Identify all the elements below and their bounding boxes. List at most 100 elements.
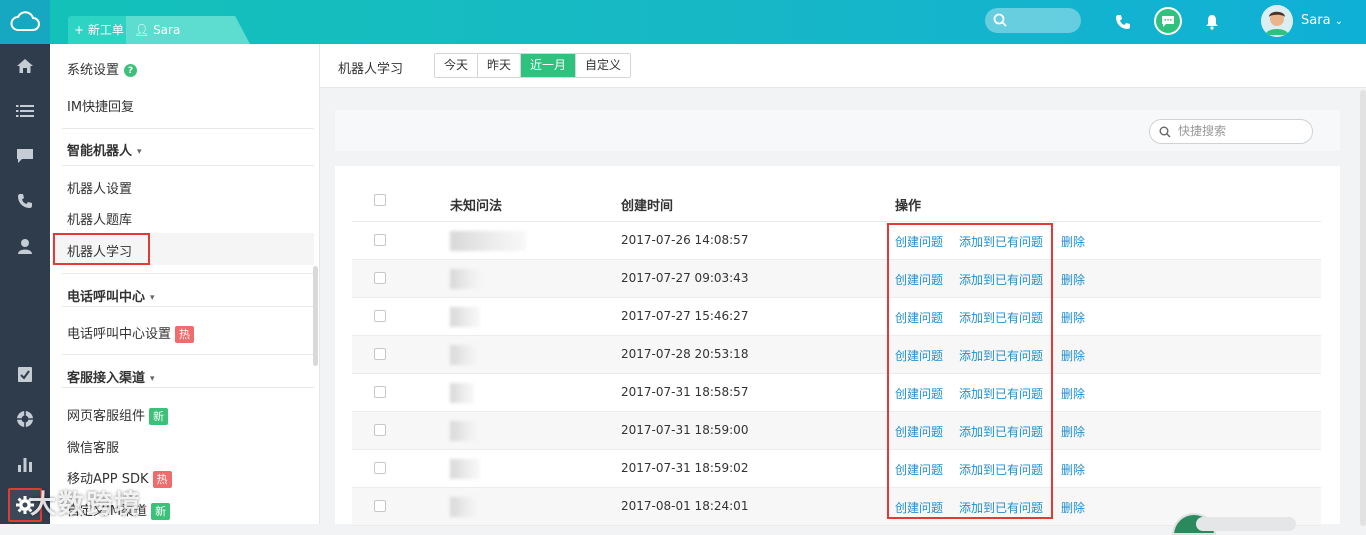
delete-link[interactable]: 删除 (1061, 385, 1085, 402)
person-icon: 👤︎ (134, 23, 150, 37)
filter-bar: 快捷搜索 (335, 110, 1340, 151)
quick-search-input[interactable]: 快捷搜索 (1149, 119, 1313, 144)
sidebar-item-label: 网页客服组件 (67, 409, 146, 424)
sidebar-group-call-center[interactable]: 电话呼叫中心 ▾ (67, 286, 155, 305)
sidebar-item-im-quick-reply[interactable]: IM快捷回复 (67, 96, 134, 115)
created-time: 2017-07-28 20:53:18 (621, 347, 749, 361)
list-icon[interactable] (13, 99, 37, 123)
delete-link[interactable]: 删除 (1061, 347, 1085, 364)
sidebar-item-wechat[interactable]: 微信客服 (67, 437, 119, 456)
row-checkbox[interactable] (374, 310, 386, 322)
redacted-question (450, 231, 526, 251)
delete-link[interactable]: 删除 (1061, 271, 1085, 288)
divider (62, 354, 314, 355)
sidebar-item-call-center-settings[interactable]: 电话呼叫中心设置热 (67, 323, 195, 343)
main-scrollbar-thumb[interactable] (1360, 90, 1366, 526)
search-icon (1159, 126, 1171, 138)
select-all-checkbox[interactable] (374, 194, 386, 206)
filter-today[interactable]: 今天 (435, 54, 479, 77)
filter-custom[interactable]: 自定义 (576, 54, 631, 77)
delete-link[interactable]: 删除 (1061, 423, 1085, 440)
new-badge: 新 (149, 408, 169, 425)
user-menu[interactable]: Sara ⌄ (1301, 13, 1343, 28)
chat-icon[interactable] (1154, 7, 1182, 35)
search-placeholder: 快捷搜索 (1178, 124, 1227, 138)
row-checkbox[interactable] (374, 424, 386, 436)
date-filter-group: 今天 昨天 近一月 自定义 (434, 53, 632, 78)
sidebar-group-label: 客服接入渠道 (67, 371, 146, 386)
column-header-created-time: 创建时间 (621, 199, 674, 214)
table-header: 未知问法 创建时间 操作 (352, 186, 1321, 222)
sidebar-item-system-settings[interactable]: 系统设置? (67, 59, 138, 78)
row-checkbox[interactable] (374, 234, 386, 246)
cloud-logo-icon[interactable] (0, 0, 50, 44)
message-icon[interactable] (13, 144, 37, 168)
created-time: 2017-07-27 15:46:27 (621, 309, 749, 323)
table-row: 2017-07-31 18:58:57 创建问题 添加到已有问题 删除 (352, 374, 1321, 412)
user-tab-label: Sara (153, 23, 181, 37)
table-row: 2017-07-27 09:03:43 创建问题 添加到已有问题 删除 (352, 260, 1321, 298)
global-search-input[interactable] (985, 8, 1081, 33)
support-icon[interactable] (13, 407, 37, 431)
phone-nav-icon[interactable] (13, 189, 37, 213)
icon-nav (0, 44, 50, 524)
bell-icon[interactable] (1200, 10, 1224, 34)
learning-table: 未知问法 创建时间 操作 2017-07-26 14:08:57 创建问题 添加到已… (335, 166, 1340, 526)
delete-link[interactable]: 删除 (1061, 499, 1085, 516)
row-checkbox[interactable] (374, 348, 386, 360)
sidebar-item-web-widget[interactable]: 网页客服组件新 (67, 405, 169, 425)
home-icon[interactable] (13, 54, 37, 78)
delete-link[interactable]: 删除 (1061, 309, 1085, 326)
created-time: 2017-08-01 18:24:01 (621, 499, 749, 513)
row-checkbox[interactable] (374, 272, 386, 284)
new-badge: 新 (151, 503, 171, 520)
help-icon[interactable]: ? (124, 64, 138, 77)
table-row: 2017-08-01 18:24:01 创建问题 添加到已有问题 删除 (352, 488, 1321, 526)
filter-yesterday[interactable]: 昨天 (478, 54, 522, 77)
table-row: 2017-07-26 14:08:57 创建问题 添加到已有问题 删除 (352, 222, 1321, 260)
workspace-tabs: + 新工单 👤︎ Sara (50, 0, 310, 44)
redacted-question (450, 497, 480, 517)
search-icon (993, 13, 1007, 27)
sidebar-group-robot[interactable]: 智能机器人 ▾ (67, 140, 142, 159)
main-header: 机器人学习 今天 昨天 近一月 自定义 (320, 44, 1366, 88)
delete-link[interactable]: 删除 (1061, 461, 1085, 478)
main-scrollbar[interactable] (1360, 88, 1366, 526)
created-time: 2017-07-31 18:59:02 (621, 461, 749, 475)
row-checkbox[interactable] (374, 386, 386, 398)
created-time: 2017-07-26 14:08:57 (621, 233, 749, 247)
sidebar-item-label: 系统设置 (67, 63, 120, 78)
task-icon[interactable] (13, 362, 37, 386)
avatar[interactable] (1261, 5, 1293, 37)
top-bar: + 新工单 👤︎ Sara Sara ⌄ (0, 0, 1366, 44)
caret-down-icon: ▾ (150, 373, 155, 384)
sidebar-group-channels[interactable]: 客服接入渠道 ▾ (67, 367, 155, 386)
table-row: 2017-07-28 20:53:18 创建问题 添加到已有问题 删除 (352, 336, 1321, 374)
redacted-question (450, 383, 474, 403)
phone-icon[interactable] (1111, 10, 1135, 34)
created-time: 2017-07-31 18:59:00 (621, 423, 749, 437)
table-row: 2017-07-31 18:59:00 创建问题 添加到已有问题 删除 (352, 412, 1321, 450)
user-tab[interactable]: 👤︎ Sara (126, 16, 250, 44)
sidebar-scrollbar[interactable] (313, 266, 318, 366)
redacted-question (450, 459, 480, 479)
new-ticket-tab[interactable]: + 新工单 (68, 16, 134, 44)
settings-sidebar: 系统设置? IM快捷回复 智能机器人 ▾ 机器人设置 机器人题库 机器人学习 电话… (50, 44, 320, 524)
caret-down-icon: ▾ (150, 292, 155, 303)
row-checkbox[interactable] (374, 462, 386, 474)
column-header-actions: 操作 (895, 199, 922, 214)
contact-icon[interactable] (13, 234, 37, 258)
delete-link[interactable]: 删除 (1061, 233, 1085, 250)
redacted-question (450, 307, 480, 327)
row-checkbox[interactable] (374, 500, 386, 512)
chart-icon[interactable] (13, 452, 37, 476)
floating-bar (1196, 517, 1296, 531)
page-title: 机器人学习 (338, 62, 404, 77)
sidebar-item-robot-settings[interactable]: 机器人设置 (67, 178, 132, 197)
sidebar-item-robot-library[interactable]: 机器人题库 (67, 209, 132, 228)
filter-last-month[interactable]: 近一月 (521, 54, 577, 77)
highlight-box (53, 233, 150, 265)
table-row: 2017-07-31 18:59:02 创建问题 添加到已有问题 删除 (352, 450, 1321, 488)
hot-badge: 热 (152, 471, 172, 488)
divider (62, 273, 314, 274)
